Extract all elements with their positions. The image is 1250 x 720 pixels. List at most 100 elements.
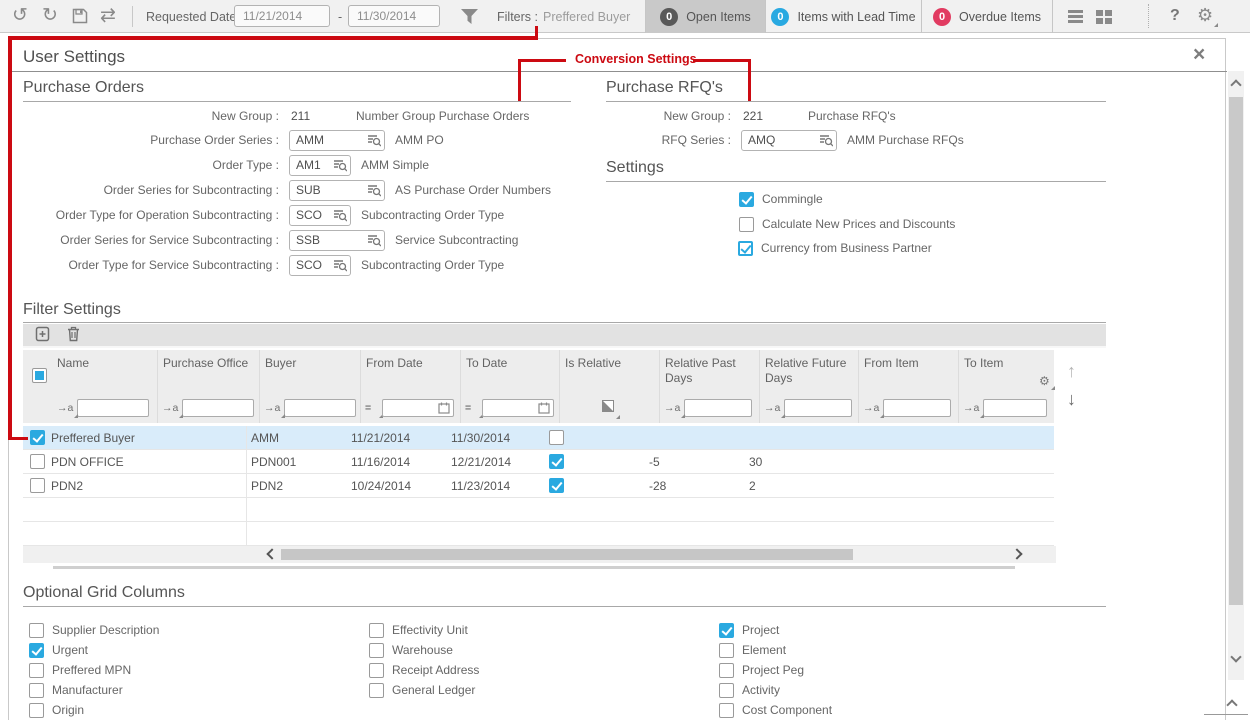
table-row[interactable]: PDN2 PDN2 10/24/2014 11/23/2014 -28 2 xyxy=(23,474,1054,498)
requested-date-to-input[interactable] xyxy=(348,5,440,27)
effectivity-unit-checkbox[interactable] xyxy=(369,623,384,638)
cell-is-relative-checkbox[interactable] xyxy=(549,454,564,469)
lookup-icon[interactable] xyxy=(333,259,347,275)
urgent-checkbox[interactable] xyxy=(29,643,44,658)
commingle-checkbox[interactable] xyxy=(739,192,754,207)
list-view-icon[interactable] xyxy=(1068,10,1083,25)
tristate-filter-icon[interactable] xyxy=(602,400,615,417)
add-record-icon[interactable] xyxy=(35,326,50,345)
row-select-checkbox[interactable] xyxy=(30,478,45,493)
currency-bp-checkbox[interactable] xyxy=(738,241,753,256)
status-chips: 0 Open Items 0 Items with Lead Time 0 Ov… xyxy=(645,0,1053,33)
equals-filter-icon[interactable]: = xyxy=(465,401,478,416)
transfer-icon[interactable]: ⇄ xyxy=(100,6,116,25)
lookup-icon[interactable] xyxy=(333,209,347,225)
origin-checkbox[interactable] xyxy=(29,703,44,718)
column-header-purchase-office[interactable]: Purchase Office →a xyxy=(158,350,260,423)
chip-open-items[interactable]: 0 Open Items xyxy=(645,0,765,33)
lookup-icon[interactable] xyxy=(333,159,347,175)
filter-funnel-icon[interactable] xyxy=(461,9,478,27)
help-icon[interactable]: ? xyxy=(1170,7,1180,25)
to-item-filter-input[interactable] xyxy=(983,399,1047,417)
starts-with-filter-icon[interactable]: →a xyxy=(664,401,680,416)
column-label: Is Relative xyxy=(565,356,621,370)
collapse-up-icon[interactable] xyxy=(1226,699,1237,710)
row-select-checkbox[interactable] xyxy=(30,454,45,469)
buyer-filter-input[interactable] xyxy=(284,399,356,417)
column-header-from-date[interactable]: From Date = xyxy=(361,350,461,423)
supplier-description-checkbox[interactable] xyxy=(29,623,44,638)
starts-with-filter-icon[interactable]: →a xyxy=(764,401,780,416)
column-header-to-date[interactable]: To Date = xyxy=(461,350,560,423)
horizontal-scrollbar-thumb[interactable] xyxy=(281,549,853,560)
move-down-icon[interactable]: ↓ xyxy=(1067,389,1076,410)
chip-items-with-lead-time[interactable]: 0 Items with Lead Time xyxy=(765,0,921,33)
calendar-icon[interactable] xyxy=(538,402,550,418)
rfq-series-field xyxy=(741,130,837,151)
scroll-right-icon[interactable] xyxy=(1011,548,1022,559)
starts-with-filter-icon[interactable]: →a xyxy=(162,401,178,416)
general-ledger-checkbox[interactable] xyxy=(369,683,384,698)
element-checkbox[interactable] xyxy=(719,643,734,658)
cell-is-relative-checkbox[interactable] xyxy=(549,430,564,445)
manufacturer-checkbox[interactable] xyxy=(29,683,44,698)
lookup-icon[interactable] xyxy=(819,134,833,150)
name-filter-input[interactable] xyxy=(77,399,149,417)
move-up-icon[interactable]: ↑ xyxy=(1067,361,1076,382)
svc-sub-series-field xyxy=(289,230,385,251)
optional-col-row: Activity xyxy=(719,682,780,698)
delete-record-icon[interactable] xyxy=(66,326,81,345)
row-select-checkbox[interactable] xyxy=(30,430,45,445)
vertical-scrollbar[interactable] xyxy=(1228,71,1244,680)
column-header-name[interactable]: Name →a xyxy=(41,350,158,423)
column-header-relative-future-days[interactable]: Relative Future Days →a xyxy=(760,350,859,423)
lookup-icon[interactable] xyxy=(367,234,381,250)
column-header-from-item[interactable]: From Item →a xyxy=(859,350,959,423)
calendar-icon[interactable] xyxy=(438,402,450,418)
project-checkbox[interactable] xyxy=(719,623,734,638)
column-header-is-relative[interactable]: Is Relative xyxy=(560,350,660,423)
scroll-left-icon[interactable] xyxy=(266,548,277,559)
grid-settings-gear-icon[interactable]: ⚙ xyxy=(1039,374,1050,388)
po-series-row: Purchase Order Series : AMM PO xyxy=(23,129,444,151)
column-header-buyer[interactable]: Buyer →a xyxy=(260,350,361,423)
chip-overdue-items[interactable]: 0 Overdue Items xyxy=(921,0,1053,33)
relative-past-filter-input[interactable] xyxy=(684,399,752,417)
starts-with-filter-icon[interactable]: →a xyxy=(863,401,879,416)
from-item-filter-input[interactable] xyxy=(883,399,951,417)
starts-with-filter-icon[interactable]: →a xyxy=(264,401,280,416)
lookup-icon[interactable] xyxy=(367,134,381,150)
close-icon[interactable]: × xyxy=(1193,43,1205,67)
undo-icon[interactable]: ↺ xyxy=(12,6,28,25)
optional-col-row: Supplier Description xyxy=(29,622,159,638)
equals-filter-icon[interactable]: = xyxy=(365,401,378,416)
project-peg-checkbox[interactable] xyxy=(719,663,734,678)
cost-component-checkbox[interactable] xyxy=(719,703,734,718)
preffered-mpn-checkbox[interactable] xyxy=(29,663,44,678)
table-row[interactable]: PDN OFFICE PDN001 11/16/2014 12/21/2014 … xyxy=(23,450,1054,474)
starts-with-filter-icon[interactable]: →a xyxy=(57,401,73,416)
calc-prices-checkbox[interactable] xyxy=(739,217,754,232)
optional-col-row: Urgent xyxy=(29,642,88,658)
horizontal-scrollbar[interactable] xyxy=(23,546,1056,563)
activity-checkbox[interactable] xyxy=(719,683,734,698)
cell-is-relative-checkbox[interactable] xyxy=(549,478,564,493)
redo-icon[interactable]: ↻ xyxy=(42,6,58,25)
save-icon[interactable] xyxy=(72,8,88,27)
grid-view-icon[interactable] xyxy=(1096,10,1112,24)
warehouse-checkbox[interactable] xyxy=(369,643,384,658)
column-label: Purchase Office xyxy=(163,356,248,370)
lookup-icon[interactable] xyxy=(367,184,381,200)
starts-with-filter-icon[interactable]: →a xyxy=(963,401,979,416)
requested-date-from-input[interactable] xyxy=(234,5,330,27)
relative-future-filter-input[interactable] xyxy=(784,399,852,417)
settings-gear-icon[interactable]: ⚙ xyxy=(1197,6,1213,25)
filters-value[interactable]: Preffered Buyer xyxy=(543,10,630,24)
column-header-relative-past-days[interactable]: Relative Past Days →a xyxy=(660,350,760,423)
purchase-office-filter-input[interactable] xyxy=(182,399,254,417)
table-row[interactable]: Preffered Buyer AMM 11/21/2014 11/30/201… xyxy=(23,426,1054,450)
vertical-scrollbar-thumb[interactable] xyxy=(1229,97,1243,605)
scroll-down-icon[interactable] xyxy=(1230,651,1241,662)
scroll-up-icon[interactable] xyxy=(1230,79,1241,90)
receipt-address-checkbox[interactable] xyxy=(369,663,384,678)
